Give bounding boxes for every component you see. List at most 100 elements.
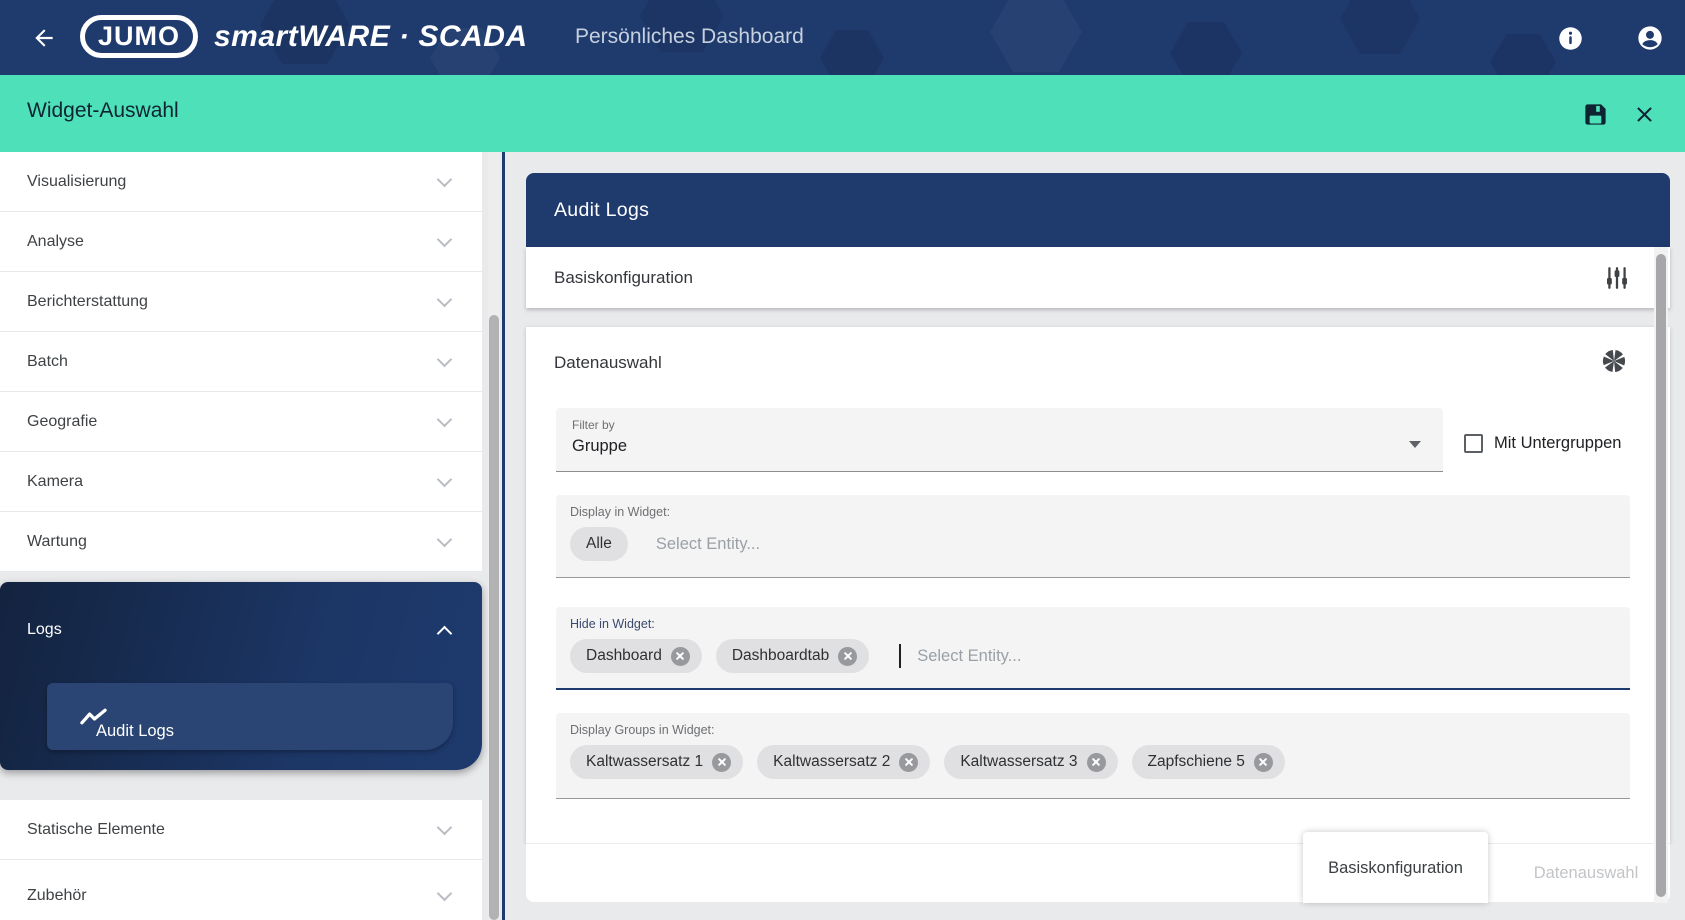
sidebar-item-zubehoer[interactable]: Zubehör	[0, 860, 482, 920]
hex-pattern	[990, 0, 1082, 72]
chevron-down-icon	[437, 532, 453, 548]
panel-footer-tabs: Basiskonfiguration Datenauswahl	[526, 843, 1670, 902]
chip-remove-icon[interactable]	[1254, 753, 1273, 772]
hex-pattern	[1490, 34, 1556, 75]
widget-selection-screen: JUMO smartWARE · SCADA Persönliches Dash…	[0, 0, 1685, 920]
sidebar-item-label: Analyse	[27, 233, 84, 251]
main-scrollbar-thumb[interactable]	[1656, 254, 1666, 897]
display-groups-field[interactable]: Display Groups in Widget: Kaltwassersatz…	[556, 713, 1630, 799]
text-cursor	[899, 644, 901, 668]
tune-sliders-icon	[1604, 265, 1630, 291]
jumo-logo: JUMO	[80, 15, 198, 58]
sidebar-item-analyse[interactable]: Analyse	[0, 212, 482, 272]
datenauswahl-section: Datenauswahl Filter by Gruppe Mit Unterg…	[526, 327, 1670, 843]
basiskonfiguration-section[interactable]: Basiskonfiguration	[526, 247, 1670, 308]
chip-alle[interactable]: Alle	[570, 527, 628, 561]
tab-datenauswahl[interactable]: Datenauswahl	[1511, 844, 1661, 903]
chevron-up-icon	[437, 626, 453, 642]
sidebar-item-statische-elemente[interactable]: Statische Elemente	[0, 800, 482, 860]
chip-zapfschiene-5[interactable]: Zapfschiene 5	[1132, 745, 1285, 779]
sidebar-item-label: Visualisierung	[27, 173, 126, 191]
sidebar-item-label: Berichterstattung	[27, 293, 148, 311]
sidebar-item-label: Kamera	[27, 473, 83, 491]
sidebar-item-berichterstattung[interactable]: Berichterstattung	[0, 272, 482, 332]
chip-remove-icon[interactable]	[899, 753, 918, 772]
close-icon	[1632, 102, 1657, 127]
hide-in-widget-label: Hide in Widget:	[570, 617, 1616, 631]
sidebar-item-label: Geografie	[27, 413, 97, 431]
checkbox-unchecked-icon[interactable]	[1464, 434, 1483, 453]
mit-untergruppen-label: Mit Untergruppen	[1494, 434, 1621, 453]
chip-dashboard[interactable]: Dashboard	[570, 639, 702, 673]
chip-kaltwassersatz-1[interactable]: Kaltwassersatz 1	[570, 745, 743, 779]
entity-input-placeholder[interactable]: Select Entity...	[656, 535, 760, 554]
brand-title: smartWARE · SCADA	[214, 20, 528, 54]
sidebar-item-label: Audit Logs	[96, 722, 174, 741]
panel-divider	[502, 152, 505, 920]
hex-pattern	[820, 30, 884, 75]
widget-category-sidebar: Visualisierung Analyse Berichterstattung…	[0, 152, 482, 920]
display-in-widget-field[interactable]: Display in Widget: Alle Select Entity...	[556, 495, 1630, 578]
chevron-down-icon	[437, 412, 453, 428]
chip-label: Kaltwassersatz 1	[586, 753, 703, 771]
entity-input-placeholder[interactable]: Select Entity...	[917, 647, 1021, 666]
info-button[interactable]	[1549, 17, 1591, 59]
info-icon	[1557, 25, 1584, 52]
filter-by-select[interactable]: Filter by Gruppe	[556, 408, 1443, 472]
chip-remove-icon[interactable]	[712, 753, 731, 772]
sidebar-group-logs[interactable]: Logs Audit Logs	[0, 582, 482, 770]
chip-label: Kaltwassersatz 3	[960, 753, 1077, 771]
dropdown-arrow-icon	[1409, 441, 1421, 448]
basiskonfiguration-title: Basiskonfiguration	[554, 268, 1604, 288]
sidebar-item-audit-logs[interactable]: Audit Logs	[47, 683, 453, 750]
widget-panel-header: Audit Logs	[526, 173, 1670, 247]
chevron-down-icon	[437, 352, 453, 368]
sidebar-item-visualisierung[interactable]: Visualisierung	[0, 152, 482, 212]
chip-kaltwassersatz-2[interactable]: Kaltwassersatz 2	[757, 745, 930, 779]
chip-remove-icon[interactable]	[1087, 753, 1106, 772]
chip-kaltwassersatz-3[interactable]: Kaltwassersatz 3	[944, 745, 1117, 779]
widget-panel-title: Audit Logs	[554, 199, 649, 222]
chip-label: Alle	[586, 535, 612, 553]
filter-by-value: Gruppe	[572, 437, 1427, 456]
app-header: JUMO smartWARE · SCADA Persönliches Dash…	[0, 0, 1685, 75]
chip-dashboardtab[interactable]: Dashboardtab	[716, 639, 869, 673]
account-icon	[1636, 24, 1664, 52]
chip-label: Dashboardtab	[732, 647, 829, 665]
back-button[interactable]	[22, 16, 66, 60]
account-button[interactable]	[1629, 17, 1671, 59]
datenauswahl-title: Datenauswahl	[554, 353, 662, 373]
sidebar-item-label: Statische Elemente	[27, 821, 165, 839]
chevron-down-icon	[437, 472, 453, 488]
back-arrow-icon	[31, 25, 57, 51]
display-groups-label: Display Groups in Widget:	[570, 723, 1616, 737]
widget-selection-title: Widget-Auswahl	[27, 99, 179, 123]
sidebar-item-label: Wartung	[27, 533, 87, 551]
filter-by-label: Filter by	[572, 418, 1427, 432]
chip-remove-icon[interactable]	[838, 647, 857, 666]
close-button[interactable]	[1624, 94, 1664, 134]
display-in-widget-label: Display in Widget:	[570, 505, 1616, 519]
tab-label: Basiskonfiguration	[1328, 859, 1463, 878]
chevron-down-icon	[437, 886, 453, 902]
sidebar-group-label: Logs	[27, 621, 62, 639]
page-title: Persönliches Dashboard	[575, 25, 804, 49]
sidebar-item-label: Zubehör	[27, 887, 87, 905]
hex-pattern	[1170, 22, 1242, 75]
save-button[interactable]	[1575, 94, 1615, 134]
hide-in-widget-field[interactable]: Hide in Widget: Dashboard Dashboardtab S…	[556, 607, 1630, 690]
tab-label: Datenauswahl	[1534, 864, 1639, 883]
chip-remove-icon[interactable]	[671, 647, 690, 666]
sidebar-item-batch[interactable]: Batch	[0, 332, 482, 392]
sidebar-scrollbar-thumb[interactable]	[489, 315, 499, 920]
sidebar-after-group: Statische Elemente Zubehör	[0, 800, 482, 920]
sidebar-item-wartung[interactable]: Wartung	[0, 512, 482, 572]
jumo-logo-text: JUMO	[98, 21, 180, 52]
sidebar-item-kamera[interactable]: Kamera	[0, 452, 482, 512]
tab-basiskonfiguration[interactable]: Basiskonfiguration	[1303, 832, 1488, 903]
camera-aperture-icon	[1600, 347, 1628, 375]
mit-untergruppen-checkbox-row[interactable]: Mit Untergruppen	[1464, 434, 1621, 453]
sidebar-item-geografie[interactable]: Geografie	[0, 392, 482, 452]
chevron-down-icon	[437, 292, 453, 308]
sidebar-item-label: Batch	[27, 353, 68, 371]
